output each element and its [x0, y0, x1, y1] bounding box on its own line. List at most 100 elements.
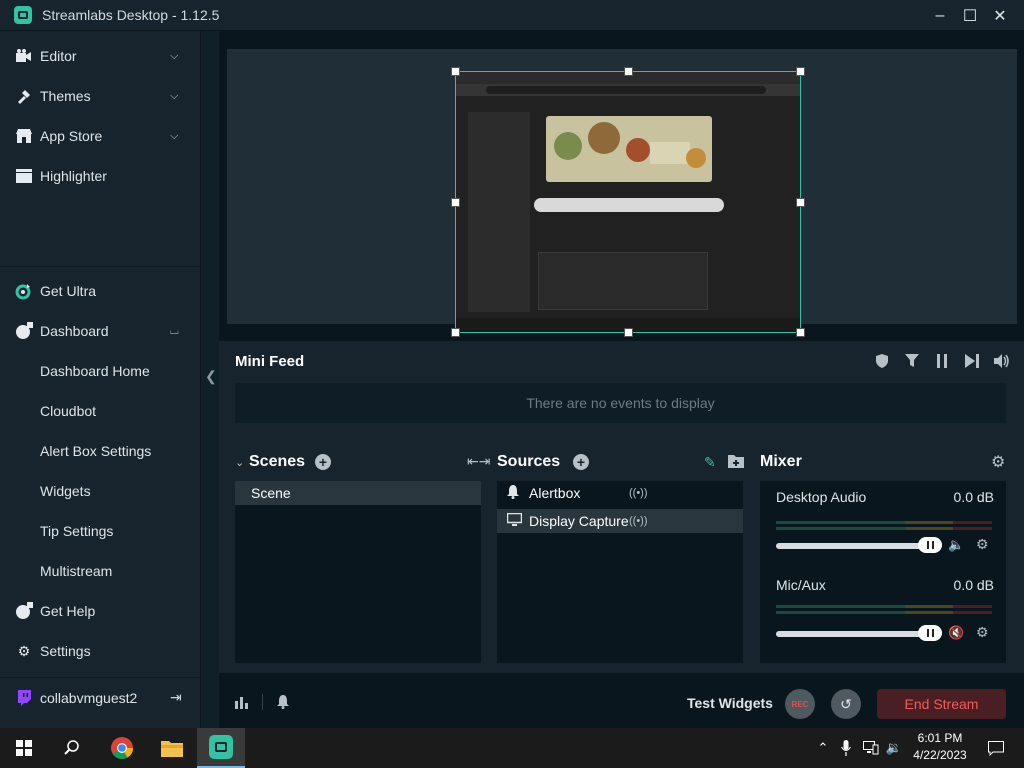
captured-panel — [538, 252, 708, 310]
sidebar-subitem-cloudbot[interactable]: Cloudbot — [40, 391, 96, 431]
skip-icon[interactable] — [964, 353, 980, 369]
volume-slider[interactable] — [776, 537, 942, 553]
sidebar-subitem-dashboard-home[interactable]: Dashboard Home — [40, 351, 150, 391]
resize-handle[interactable] — [796, 198, 805, 207]
microphone-icon[interactable] — [836, 728, 856, 768]
sidebar-divider — [0, 266, 200, 267]
slider-knob[interactable] — [918, 625, 942, 641]
add-scene-button[interactable]: + — [315, 454, 331, 470]
sidebar-item-highlighter[interactable]: Highlighter — [0, 156, 200, 196]
resize-handle[interactable] — [451, 198, 460, 207]
title-bar: Streamlabs Desktop - 1.12.5 – ☐ ✕ — [0, 0, 1024, 31]
close-button[interactable]: ✕ — [984, 0, 1016, 31]
tray-overflow-icon[interactable]: ⌃ — [814, 728, 832, 768]
maximize-button[interactable]: ☐ — [954, 0, 986, 31]
sidebar-collapse-strip[interactable]: ❮ — [200, 31, 219, 728]
sidebar-item-get-ultra[interactable]: Get Ultra — [0, 271, 200, 311]
sidebar-item-label: App Store — [40, 128, 103, 144]
streamlabs-taskbar-button[interactable] — [197, 728, 245, 768]
record-button[interactable]: REC — [785, 689, 815, 719]
replay-buffer-button[interactable]: ↺ — [831, 689, 861, 719]
sidebar-item-app-store[interactable]: App Store ⌵ — [0, 116, 200, 156]
add-source-button[interactable]: + — [573, 454, 589, 470]
collapse-chevron-icon[interactable]: ⌄ — [235, 456, 244, 469]
sidebar-subitem-tip-settings[interactable]: Tip Settings — [40, 511, 113, 551]
sidebar-subitem-widgets[interactable]: Widgets — [40, 471, 91, 511]
sidebar-user[interactable]: collabvmguest2 ⇥ — [0, 677, 200, 717]
sidebar-item-themes[interactable]: Themes ⌵ — [0, 76, 200, 116]
slider-knob[interactable] — [918, 537, 942, 553]
volume-icon[interactable] — [994, 353, 1010, 369]
footer-bar: Test Widgets REC ↺ End Stream — [219, 679, 1024, 728]
muted-speaker-icon[interactable]: 🔇 — [948, 625, 964, 641]
channel-name: Mic/Aux — [776, 577, 826, 593]
chevron-left-icon[interactable]: ❮ — [205, 368, 217, 385]
source-group-icon[interactable]: ✎ — [704, 454, 716, 471]
sources-list: Alertbox ((•)) Display Capture ((•)) — [497, 481, 743, 663]
sidebar-item-dashboard[interactable]: Dashboard ⌴ — [0, 311, 200, 351]
source-item-display-capture[interactable]: Display Capture ((•)) — [497, 509, 743, 533]
stream-preview[interactable] — [227, 49, 1017, 337]
performance-stats-icon[interactable] — [235, 695, 249, 714]
gear-icon[interactable]: ⚙ — [976, 624, 989, 641]
ultra-icon — [15, 282, 33, 300]
volume-tray-icon[interactable]: 🔉 — [884, 728, 904, 768]
sidebar-item-settings[interactable]: ⚙ Settings — [0, 631, 200, 671]
sidebar-item-label: Dashboard — [40, 323, 109, 339]
file-explorer-taskbar-button[interactable] — [148, 728, 196, 768]
broadcast-icon: ((•)) — [629, 515, 648, 527]
search-button[interactable] — [48, 728, 96, 768]
clock-time: 6:01 PM — [917, 731, 963, 745]
sources-title: Sources — [497, 453, 561, 470]
speaker-icon[interactable]: 🔈 — [948, 537, 964, 553]
resize-handle[interactable] — [624, 67, 633, 76]
channel-db: 0.0 dB — [953, 577, 994, 593]
filter-icon[interactable] — [904, 353, 920, 369]
minimize-button[interactable]: – — [924, 0, 956, 31]
display-capture-preview[interactable] — [451, 67, 805, 337]
mini-feed-empty-state: There are no events to display — [235, 383, 1006, 423]
gear-icon[interactable]: ⚙ — [976, 536, 989, 553]
chrome-taskbar-button[interactable] — [98, 728, 146, 768]
source-item-alertbox[interactable]: Alertbox ((•)) — [497, 481, 743, 505]
sidebar-subitem-alert-box-settings[interactable]: Alert Box Settings — [40, 431, 151, 471]
help-icon — [15, 602, 33, 620]
sidebar-item-editor[interactable]: Editor ⌵ — [0, 36, 200, 76]
windows-logo-icon — [16, 740, 32, 756]
channel-db: 0.0 dB — [953, 489, 994, 505]
resize-handle[interactable] — [624, 328, 633, 337]
pause-icon[interactable] — [934, 353, 950, 369]
resize-handle[interactable] — [796, 328, 805, 337]
mixer-settings-icon[interactable]: ⚙ — [991, 452, 1005, 472]
network-icon[interactable] — [860, 728, 882, 768]
resize-handle[interactable] — [451, 328, 460, 337]
streamlabs-logo-icon — [14, 6, 32, 24]
captured-browser-urlbar — [456, 84, 800, 96]
taskbar-clock[interactable]: 6:01 PM 4/22/2023 — [908, 730, 972, 764]
sidebar-subitem-multistream[interactable]: Multistream — [40, 551, 112, 591]
mixer-title: Mixer — [760, 453, 802, 470]
end-stream-button[interactable]: End Stream — [877, 689, 1006, 719]
mini-feed-toolbar — [874, 353, 1010, 369]
volume-slider[interactable] — [776, 625, 942, 641]
scene-transition-icon[interactable]: ⇤⇥ — [467, 453, 490, 470]
scene-item[interactable]: Scene — [235, 481, 481, 505]
sidebar-item-get-help[interactable]: Get Help — [0, 591, 200, 631]
scenes-title: Scenes — [249, 453, 306, 470]
test-widgets-button[interactable]: Test Widgets — [687, 695, 773, 711]
bottom-panels: ⌄ Scenes + ⇤⇥ Scene Sources + ✎ Alertbox… — [219, 441, 1024, 673]
sidebar-item-label: Get Ultra — [40, 283, 97, 299]
chrome-icon — [111, 737, 133, 759]
shield-icon[interactable] — [874, 353, 890, 369]
logout-icon[interactable]: ⇥ — [170, 689, 182, 706]
app-store-icon — [15, 127, 33, 145]
windows-taskbar: ⌃ 🔉 6:01 PM 4/22/2023 — [0, 728, 1024, 768]
resize-handle[interactable] — [451, 67, 460, 76]
add-folder-icon[interactable] — [728, 454, 744, 473]
notification-bell-icon[interactable] — [277, 695, 289, 714]
action-center-icon[interactable] — [976, 728, 1016, 768]
channel-name: Desktop Audio — [776, 489, 867, 505]
start-button[interactable] — [0, 728, 48, 768]
resize-handle[interactable] — [796, 67, 805, 76]
sidebar-item-label: Settings — [40, 643, 91, 659]
